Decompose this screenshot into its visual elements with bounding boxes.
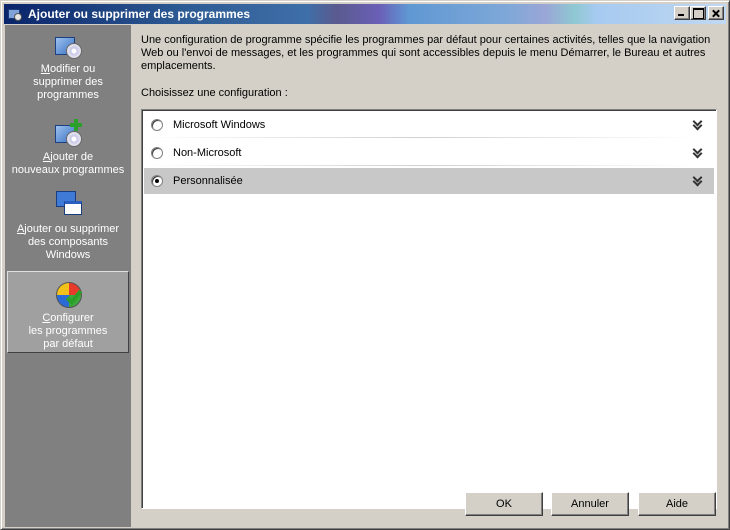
maximize-button[interactable] <box>690 6 706 20</box>
expand-chevron-icon[interactable] <box>693 176 702 186</box>
sidebar-item-add-new[interactable]: Ajouter de nouveaux programmes <box>7 117 129 179</box>
app-icon[interactable] <box>7 6 23 22</box>
configuration-list: Microsoft Windows Non-Microsoft Personna… <box>141 109 717 509</box>
configuration-prompt: Choisissez une configuration : <box>141 87 288 99</box>
separator <box>144 137 698 138</box>
separator <box>144 165 698 166</box>
close-button[interactable] <box>708 6 724 20</box>
sidebar-item-label: Modifier ou supprimer des programmes <box>33 63 103 101</box>
program-cd-icon <box>52 29 84 61</box>
option-microsoft-windows[interactable]: Microsoft Windows <box>144 112 714 138</box>
expand-chevron-icon[interactable] <box>693 120 702 130</box>
sidebar: Modifier ou supprimer des programmes Ajo… <box>5 25 131 527</box>
sidebar-item-label: Ajouter ou supprimer des composants Wind… <box>16 223 120 261</box>
radio-button[interactable] <box>151 119 163 131</box>
default-programs-icon <box>52 278 84 310</box>
description-text: Une configuration de programme spécifie … <box>141 34 711 72</box>
windows-components-icon <box>52 189 84 221</box>
option-personnalisee[interactable]: Personnalisée <box>144 168 714 194</box>
close-icon <box>709 7 723 19</box>
radio-button[interactable] <box>151 147 163 159</box>
main-window: Ajouter ou supprimer des programmes Modi… <box>0 0 730 530</box>
sidebar-item-change-remove[interactable]: Modifier ou supprimer des programmes <box>7 29 129 105</box>
option-label: Microsoft Windows <box>173 119 266 131</box>
maximize-icon <box>691 7 705 19</box>
cancel-button[interactable]: Annuler <box>551 492 629 516</box>
minimize-button[interactable] <box>674 6 690 20</box>
caption-buttons <box>674 6 724 20</box>
expand-chevron-icon[interactable] <box>693 148 702 158</box>
main-content: Une configuration de programme spécifie … <box>131 25 726 527</box>
option-label: Non-Microsoft <box>173 147 242 159</box>
option-label: Personnalisée <box>173 175 243 187</box>
ok-button[interactable]: OK <box>465 492 543 516</box>
add-program-icon <box>52 117 84 149</box>
sidebar-item-default-programs[interactable]: Configurer les programmes par défaut <box>7 271 129 353</box>
radio-button[interactable] <box>151 175 163 187</box>
title-bar[interactable]: Ajouter ou supprimer des programmes <box>4 4 726 24</box>
help-button[interactable]: Aide <box>638 492 716 516</box>
option-non-microsoft[interactable]: Non-Microsoft <box>144 140 714 166</box>
sidebar-item-label: Ajouter de nouveaux programmes <box>11 151 125 176</box>
minimize-icon <box>675 7 689 19</box>
window-title: Ajouter ou supprimer des programmes <box>28 7 251 21</box>
sidebar-item-windows-components[interactable]: Ajouter ou supprimer des composants Wind… <box>7 189 129 265</box>
sidebar-item-label: Configurer les programmes par défaut <box>28 312 108 350</box>
